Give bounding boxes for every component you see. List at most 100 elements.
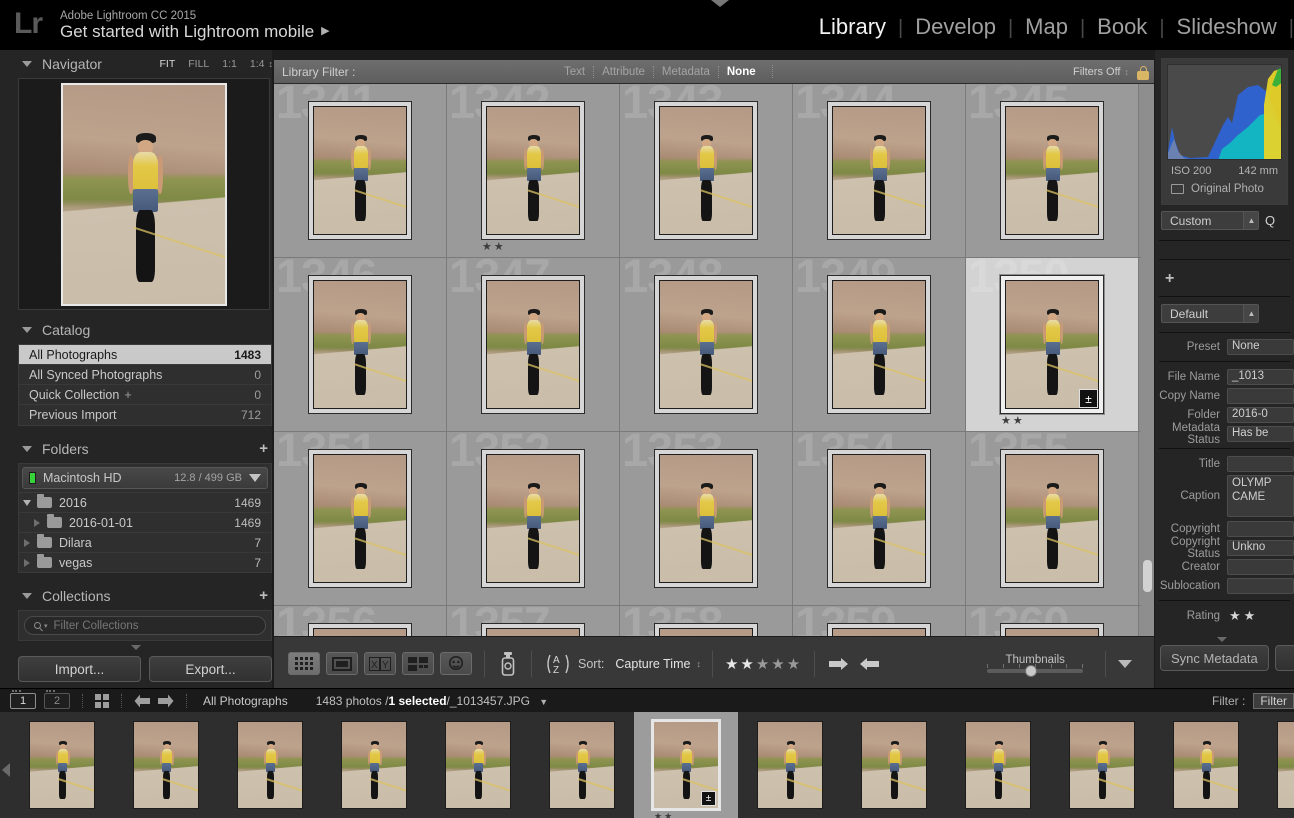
- module-library[interactable]: Library: [807, 14, 898, 40]
- thumbnail[interactable]: [827, 449, 931, 588]
- catalog-row[interactable]: Quick Collection + 0: [19, 385, 271, 405]
- metadata-preset-value[interactable]: None: [1227, 338, 1294, 355]
- filmstrip-cell[interactable]: [738, 712, 842, 818]
- grid-cell[interactable]: 1342★★: [447, 84, 620, 257]
- navigator-header[interactable]: Navigator FIT FILL 1:1 1:4 ↕: [18, 50, 273, 78]
- filmstrip-thumbnail[interactable]: [1173, 721, 1239, 809]
- toolbar-star-1[interactable]: ★: [725, 656, 740, 673]
- right-panel-resize-nub[interactable]: [1217, 637, 1227, 642]
- catalog-row[interactable]: All Synced Photographs 0: [19, 365, 271, 385]
- folders-disclosure-icon[interactable]: [22, 446, 32, 452]
- thumbnail[interactable]: [308, 275, 412, 414]
- metadata-rating-stars[interactable]: ★★: [1227, 608, 1258, 624]
- import-button[interactable]: Import...: [18, 656, 141, 682]
- add-folder-icon[interactable]: +: [259, 441, 272, 456]
- grid-cell[interactable]: 1352: [447, 423, 620, 605]
- develop-adjustment-badge-icon[interactable]: ±: [1079, 389, 1098, 408]
- left-panel-resize-nub[interactable]: [131, 645, 141, 650]
- filmstrip-thumbnail[interactable]: [133, 721, 199, 809]
- thumbnail[interactable]: [827, 623, 931, 636]
- toolbar-star-4[interactable]: ★: [771, 656, 786, 673]
- navigator-zoom-1-4[interactable]: 1:4: [250, 58, 265, 70]
- thumbnail[interactable]: ±: [1000, 275, 1104, 414]
- filmstrip-cell[interactable]: [322, 712, 426, 818]
- filmstrip-cell[interactable]: [426, 712, 530, 818]
- keyword-set-select[interactable]: Default ▲: [1161, 304, 1259, 323]
- thumbnail[interactable]: [308, 623, 412, 636]
- folder-row[interactable]: 2016-01-01 1469: [19, 512, 271, 532]
- filmstrip-thumbnail[interactable]: ±: [651, 719, 721, 811]
- thumbnail-rating-stars[interactable]: ★★: [482, 240, 506, 253]
- grid-cell[interactable]: 1351: [274, 423, 447, 605]
- filmstrip-thumbnail[interactable]: [757, 721, 823, 809]
- quick-develop-preset-select[interactable]: Custom ▲: [1161, 211, 1259, 230]
- catalog-disclosure-icon[interactable]: [22, 327, 32, 333]
- metadata-field-value[interactable]: [1227, 520, 1294, 537]
- top-panel-toggle-nub[interactable]: [711, 0, 729, 7]
- filmstrip-thumbnail[interactable]: [341, 721, 407, 809]
- survey-view-button[interactable]: [402, 652, 434, 675]
- sort-az-icon[interactable]: A Z: [544, 653, 572, 675]
- develop-adjustment-badge-icon[interactable]: ±: [701, 791, 716, 806]
- navigator-zoom-spinner-icon[interactable]: ↕: [269, 59, 273, 69]
- filmstrip-cell[interactable]: [10, 712, 114, 818]
- navigator-zoom-fit[interactable]: FIT: [160, 58, 176, 70]
- second-screen-button[interactable]: 2: [44, 689, 70, 709]
- original-photo-toggle[interactable]: Original Photo: [1167, 181, 1282, 199]
- filmstrip-thumbnail[interactable]: [549, 721, 615, 809]
- grid-view-button[interactable]: [288, 652, 320, 675]
- grid-cell[interactable]: 1344: [793, 84, 966, 257]
- metadata-field-value[interactable]: Unkno: [1227, 539, 1294, 556]
- metadata-field-value[interactable]: 2016-0: [1227, 406, 1294, 423]
- module-slideshow[interactable]: Slideshow: [1165, 14, 1289, 40]
- thumbnails-slider-knob[interactable]: [1025, 665, 1038, 677]
- thumbnail[interactable]: [654, 449, 758, 588]
- navigator-disclosure-icon[interactable]: [22, 61, 32, 67]
- filmstrip[interactable]: ± ★★: [0, 712, 1294, 818]
- add-collection-icon[interactable]: +: [259, 588, 272, 603]
- thumbnails-slider-track[interactable]: [987, 664, 1084, 677]
- filmstrip-thumbnail[interactable]: [29, 721, 95, 809]
- filmstrip-cell[interactable]: [218, 712, 322, 818]
- filmstrip-cell[interactable]: [946, 712, 1050, 818]
- grid-cell[interactable]: 1359: [793, 597, 966, 636]
- export-button[interactable]: Export...: [149, 656, 272, 682]
- library-filter-metadata[interactable]: Metadata: [652, 65, 718, 78]
- spinner-icon-2[interactable]: ▲: [1243, 305, 1258, 322]
- module-map[interactable]: Map: [1013, 14, 1080, 40]
- filters-state-group[interactable]: Filters Off ↕: [1073, 64, 1154, 80]
- grid-cell[interactable]: 1355: [966, 423, 1139, 605]
- filmstrip-thumbnail[interactable]: [1069, 721, 1135, 809]
- toolbar-star-5[interactable]: ★: [787, 656, 802, 673]
- filmstrip-cell[interactable]: ± ★★: [634, 712, 738, 818]
- navigator-zoom-fill[interactable]: FILL: [188, 58, 209, 70]
- thumbnail[interactable]: [654, 101, 758, 240]
- filmstrip-cell[interactable]: [114, 712, 218, 818]
- metadata-field-value[interactable]: _1013: [1227, 368, 1294, 385]
- grid-cell[interactable]: 1353: [620, 423, 793, 605]
- spinner-icon[interactable]: ▲: [1243, 212, 1258, 229]
- toolbar-star-3[interactable]: ★: [756, 656, 771, 673]
- filmstrip-cell[interactable]: [530, 712, 634, 818]
- filmstrip-thumbnail[interactable]: [1277, 721, 1294, 809]
- forward-arrow-icon[interactable]: [157, 694, 174, 708]
- grid-cell[interactable]: 1356: [274, 597, 447, 636]
- chevron-down-icon[interactable]: ▾: [44, 622, 48, 630]
- folder-expand-icon[interactable]: [23, 499, 31, 506]
- identity-plate[interactable]: Adobe Lightroom CC 2015 Get started with…: [60, 10, 330, 41]
- grid-cell[interactable]: 1360: [966, 597, 1139, 636]
- folder-collapse-icon[interactable]: [24, 558, 30, 567]
- catalog-header[interactable]: Catalog: [18, 316, 272, 344]
- sync-metadata-button[interactable]: Sync Metadata: [1160, 645, 1269, 671]
- sort-value[interactable]: Capture Time: [615, 657, 690, 671]
- metadata-field-value[interactable]: [1227, 387, 1294, 404]
- collections-disclosure-icon[interactable]: [22, 593, 32, 599]
- compare-view-button[interactable]: X Y: [364, 652, 396, 675]
- chevron-down-icon-filmstrip[interactable]: ▼: [539, 697, 548, 707]
- filmstrip-cell[interactable]: [1050, 712, 1154, 818]
- thumbnail[interactable]: [827, 101, 931, 240]
- metadata-field-value[interactable]: [1227, 455, 1294, 472]
- metadata-field-value[interactable]: OLYMP CAME: [1227, 475, 1294, 517]
- library-filter-none[interactable]: None: [717, 65, 764, 78]
- catalog-row[interactable]: Previous Import 712: [19, 405, 271, 425]
